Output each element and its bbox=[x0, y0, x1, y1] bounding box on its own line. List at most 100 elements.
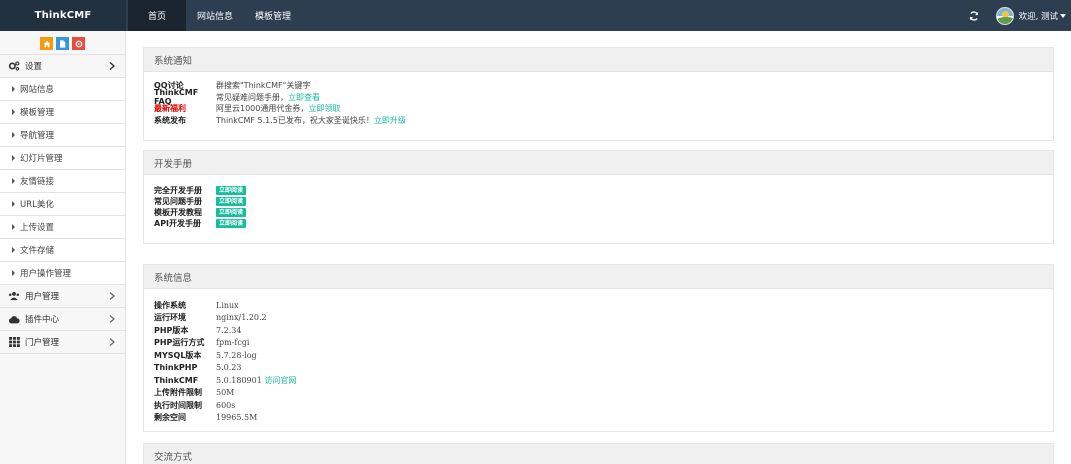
home-icon[interactable] bbox=[40, 37, 53, 50]
manual-row: API开发手册 立即阅读 bbox=[154, 218, 1043, 229]
manual-name: 模板开发教程 bbox=[154, 208, 202, 217]
sidebar-item-template[interactable]: 模板管理 bbox=[0, 101, 125, 124]
sidebar-group-plugins[interactable]: 插件中心 bbox=[0, 308, 125, 331]
chevron-right-icon bbox=[109, 338, 115, 349]
caret-down-icon bbox=[1060, 13, 1066, 18]
sidebar-item-label: 用户操作管理 bbox=[20, 269, 72, 279]
users-icon bbox=[8, 291, 20, 301]
sidebar-item-label: 模板管理 bbox=[20, 108, 55, 118]
faq-link[interactable]: 立即查看 bbox=[288, 93, 320, 102]
cloud-icon bbox=[8, 314, 20, 324]
manual-row: 模板开发教程 立即阅读 bbox=[154, 207, 1043, 218]
read-now-button[interactable]: 立即阅读 bbox=[216, 197, 247, 206]
panel-sysinfo: 系统信息 操作系统 Linux 运行环境 nginx/1.20.2 PHP版本 7.2… bbox=[143, 264, 1054, 432]
info-row: 上传附件限制 50M bbox=[154, 387, 1043, 400]
info-text: 5.0.180901 bbox=[216, 375, 265, 385]
caret-right-icon bbox=[12, 86, 15, 92]
topnav-home[interactable]: 首页 bbox=[128, 0, 187, 31]
info-row: ThinkPHP 5.0.23 bbox=[154, 362, 1043, 375]
read-now-button[interactable]: 立即阅读 bbox=[216, 208, 247, 217]
sidebar-item-label: 友情链接 bbox=[20, 177, 55, 187]
sidebar-group-settings[interactable]: 设置 bbox=[0, 55, 125, 78]
caret-right-icon bbox=[12, 201, 15, 207]
info-value: 阿里云1000通用代金券，立即领取 bbox=[216, 103, 340, 114]
info-row: ThinkCMF 5.0.180901 访问官网 bbox=[154, 374, 1043, 387]
panel-title: 开发手册 bbox=[144, 151, 1053, 175]
info-row: PHP版本 7.2.34 bbox=[154, 324, 1043, 337]
caret-right-icon bbox=[12, 155, 15, 161]
top-bar: ThinkCMF 首页 网站信息 模板管理 欢迎, 测试 bbox=[0, 0, 1071, 31]
sidebar-group-portal[interactable]: 门户管理 bbox=[0, 331, 125, 354]
sidebar-item-label: 上传设置 bbox=[20, 223, 55, 233]
info-key: 操作系统 bbox=[154, 300, 186, 310]
info-row: 剩余空间 19965.5M bbox=[154, 412, 1043, 425]
sidebar-item-url[interactable]: URL美化 bbox=[0, 193, 125, 216]
info-key: ThinkPHP bbox=[154, 363, 198, 373]
info-key: 最新福利 bbox=[154, 104, 186, 114]
chevron-right-icon bbox=[109, 315, 115, 326]
refresh-icon[interactable] bbox=[964, 0, 984, 31]
sidebar-item-user-action[interactable]: 用户操作管理 bbox=[0, 262, 125, 285]
info-row: 运行环境 nginx/1.20.2 bbox=[154, 312, 1043, 325]
chevron-right-icon bbox=[109, 292, 115, 303]
official-site-link[interactable]: 访问官网 bbox=[264, 376, 296, 385]
info-value: 50M bbox=[216, 388, 235, 398]
sidebar-group-users[interactable]: 用户管理 bbox=[0, 285, 125, 308]
info-value: ThinkCMF 5.1.5已发布，祝大家圣诞快乐！立即升级 bbox=[216, 115, 406, 126]
info-value: 7.2.34 bbox=[216, 325, 242, 335]
info-value: fpm-fcgi bbox=[216, 338, 250, 348]
topnav-template[interactable]: 模板管理 bbox=[244, 0, 302, 31]
sidebar-item-storage[interactable]: 文件存储 bbox=[0, 239, 125, 262]
th-icon bbox=[8, 337, 20, 347]
sidebar-item-label: 网站信息 bbox=[20, 85, 55, 95]
brand-logo[interactable]: ThinkCMF bbox=[0, 0, 126, 31]
sidebar-group-label: 用户管理 bbox=[25, 292, 60, 302]
sidebar: 设置 网站信息 模板管理 导航管理 幻灯片管理 友情链接 URL美化 上传设置 … bbox=[0, 31, 126, 464]
caret-right-icon bbox=[12, 178, 15, 184]
manual-row: 完全开发手册 立即阅读 bbox=[154, 185, 1043, 196]
user-menu[interactable]: 欢迎, 测试 bbox=[995, 6, 1071, 25]
read-now-button[interactable]: 立即阅读 bbox=[216, 219, 247, 228]
panel-notice: 系统通知 QQ讨论 群搜索"ThinkCMF"关键字 ThinkCMF FAQ … bbox=[143, 47, 1054, 141]
caret-right-icon bbox=[12, 247, 15, 253]
panel-title: 系统通知 bbox=[144, 48, 1053, 72]
panel-manual: 开发手册 完全开发手册 立即阅读 常见问题手册 立即阅读 模板开发教程 立即阅读… bbox=[143, 150, 1054, 244]
info-text: 常见疑难问题手册， bbox=[216, 92, 288, 102]
info-row: QQ讨论 群搜索"ThinkCMF"关键字 bbox=[154, 80, 1043, 92]
topnav-site-info[interactable]: 网站信息 bbox=[186, 0, 244, 31]
coupon-link[interactable]: 立即领取 bbox=[308, 104, 340, 113]
info-text: 阿里云1000通用代金券， bbox=[216, 104, 309, 114]
info-row: 最新福利 阿里云1000通用代金券，立即领取 bbox=[154, 103, 1043, 115]
sidebar-item-slides[interactable]: 幻灯片管理 bbox=[0, 147, 125, 170]
sidebar-item-links[interactable]: 友情链接 bbox=[0, 170, 125, 193]
sidebar-shortcuts bbox=[0, 31, 125, 55]
avatar[interactable] bbox=[995, 6, 1014, 25]
info-value: 5.0.23 bbox=[216, 363, 242, 373]
caret-right-icon bbox=[12, 270, 15, 276]
panel-body: QQ讨论 群搜索"ThinkCMF"关键字 ThinkCMF FAQ 常见疑难问… bbox=[144, 72, 1053, 134]
sidebar-group-label: 设置 bbox=[25, 62, 43, 72]
info-value: nginx/1.20.2 bbox=[216, 313, 267, 323]
lifebuoy-icon[interactable] bbox=[72, 37, 85, 50]
panel-contact: 交流方式 bbox=[143, 443, 1054, 464]
info-row: 执行时间限制 600s bbox=[154, 399, 1043, 412]
sidebar-item-site-info[interactable]: 网站信息 bbox=[0, 78, 125, 101]
sidebar-item-upload[interactable]: 上传设置 bbox=[0, 216, 125, 239]
info-key: 剩余空间 bbox=[154, 413, 186, 423]
info-value: 19965.5M bbox=[216, 413, 258, 423]
read-now-button[interactable]: 立即阅读 bbox=[216, 186, 247, 195]
info-key: PHP运行方式 bbox=[154, 338, 205, 348]
sidebar-group-label: 门户管理 bbox=[25, 338, 60, 348]
cogs-icon bbox=[8, 61, 20, 71]
file-icon[interactable] bbox=[56, 37, 69, 50]
manual-name: API开发手册 bbox=[154, 219, 202, 228]
top-right: 欢迎, 测试 bbox=[964, 0, 1071, 31]
caret-right-icon bbox=[12, 224, 15, 230]
info-key: MYSQL版本 bbox=[154, 350, 202, 360]
main-content: 系统通知 QQ讨论 群搜索"ThinkCMF"关键字 ThinkCMF FAQ … bbox=[127, 31, 1071, 464]
sidebar-item-label: 幻灯片管理 bbox=[20, 154, 63, 164]
info-key: 执行时间限制 bbox=[154, 400, 202, 410]
sidebar-item-nav[interactable]: 导航管理 bbox=[0, 124, 125, 147]
upgrade-link[interactable]: 立即升级 bbox=[374, 116, 406, 125]
info-value: 常见疑难问题手册，立即查看 bbox=[216, 92, 320, 103]
